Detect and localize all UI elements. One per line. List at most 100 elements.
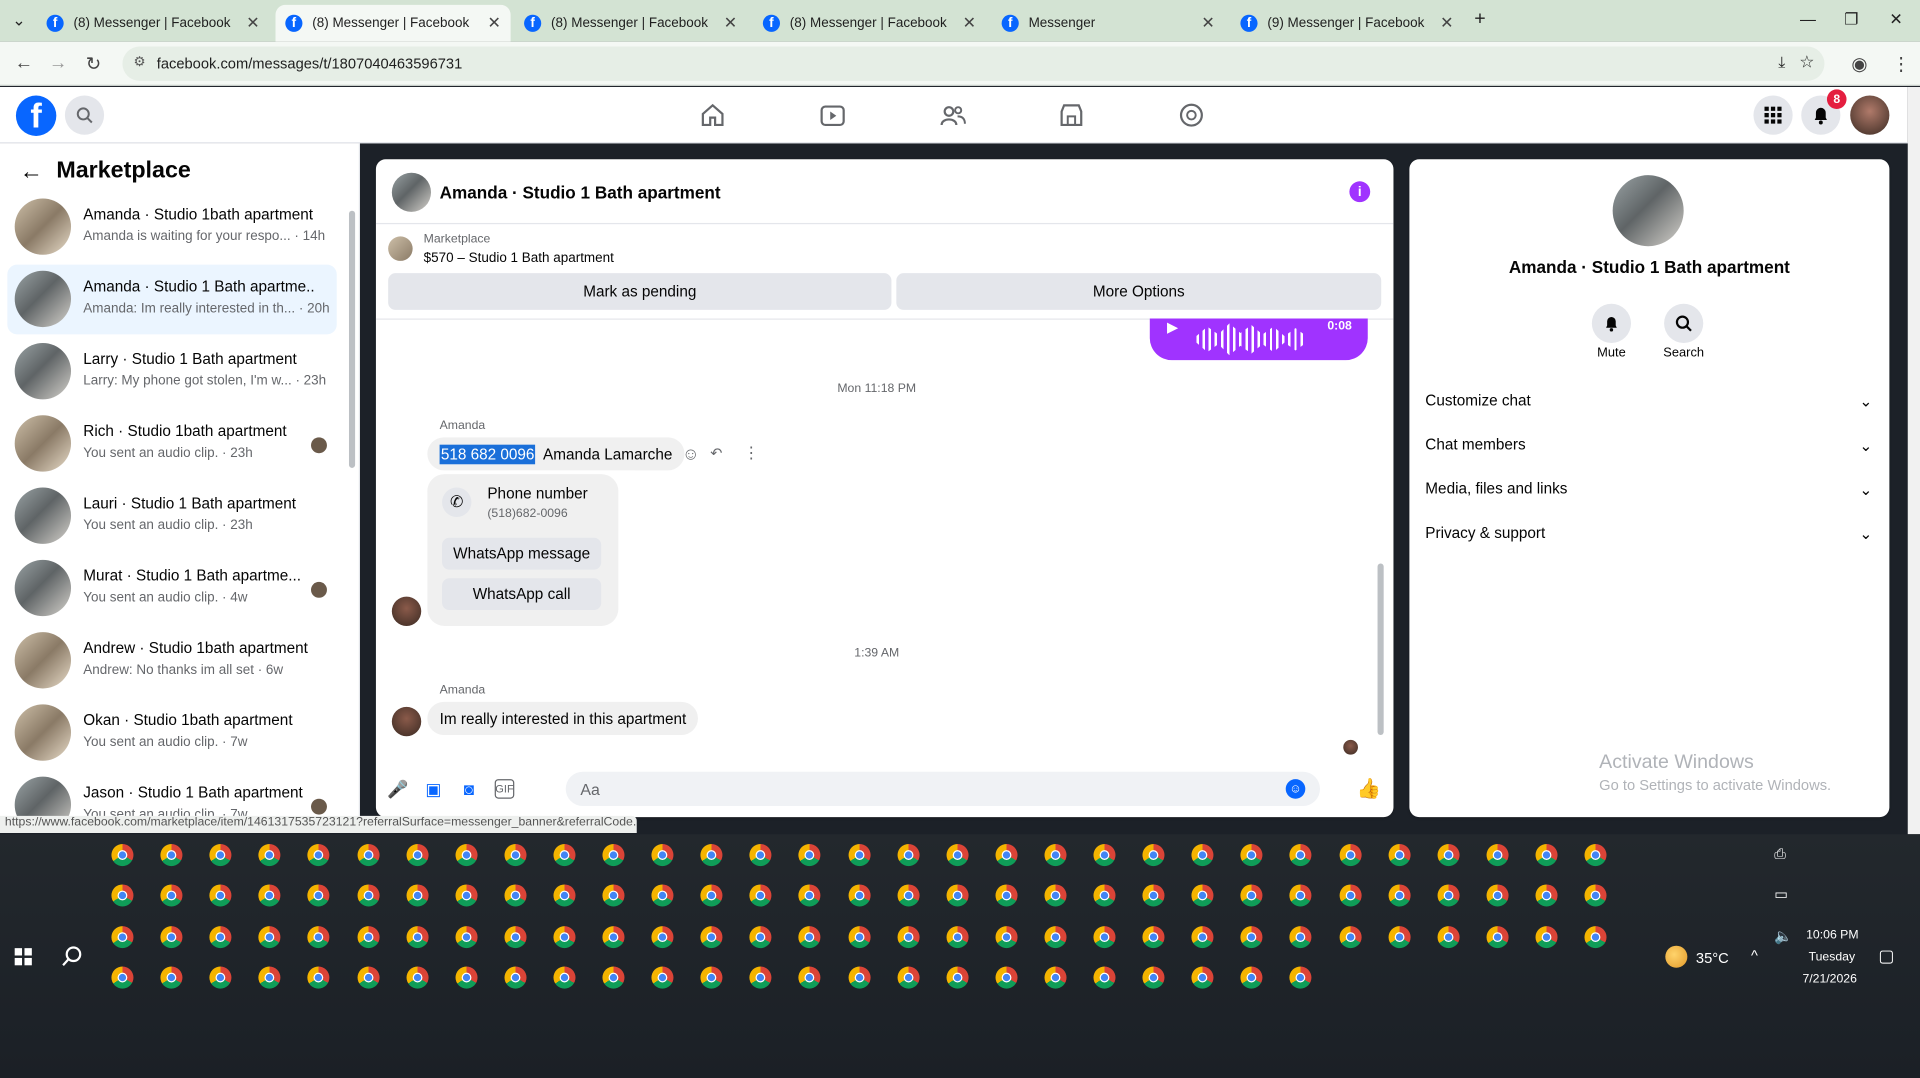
whatsapp-message-button[interactable]: WhatsApp message xyxy=(442,537,602,570)
chrome-taskbar-icon[interactable] xyxy=(1584,926,1607,949)
tab-search-icon[interactable]: ⌄ xyxy=(12,11,25,31)
close-window-icon[interactable]: ✕ xyxy=(1889,10,1902,30)
chrome-taskbar-icon[interactable] xyxy=(602,926,625,949)
conversation-item[interactable]: Larry · Studio 1 Bath apartment Larry: My… xyxy=(7,337,336,407)
chrome-taskbar-icon[interactable] xyxy=(1338,844,1362,867)
chrome-taskbar-icon[interactable] xyxy=(651,844,674,867)
chrome-taskbar-icon[interactable] xyxy=(160,966,183,989)
friends-icon[interactable] xyxy=(939,102,966,129)
conversation-item[interactable]: Okan · Studio 1bath apartment You sent an… xyxy=(7,698,336,768)
chrome-taskbar-icon[interactable] xyxy=(111,926,134,949)
mark-as-pending-button[interactable]: Mark as pending xyxy=(388,273,892,310)
close-tab-icon[interactable]: ✕ xyxy=(1201,13,1214,33)
conversation-item[interactable]: Amanda · Studio 1 Bath apartme... Amanda:… xyxy=(7,264,337,335)
privacy-support-section[interactable]: Privacy & support ⌄ xyxy=(1425,524,1872,542)
chrome-taskbar-icon[interactable] xyxy=(897,966,920,989)
chrome-taskbar-icon[interactable] xyxy=(356,926,379,949)
message-bubble[interactable]: 518 682 0096 Amanda Lamarche xyxy=(427,437,685,471)
windows-start-icon[interactable] xyxy=(14,948,32,966)
close-tab-icon[interactable]: ✕ xyxy=(724,13,737,33)
chrome-taskbar-icon[interactable] xyxy=(504,884,527,907)
chrome-taskbar-icon[interactable] xyxy=(1044,844,1067,867)
page-scrollbar[interactable] xyxy=(1907,86,1920,835)
chrome-taskbar-icon[interactable] xyxy=(1044,884,1067,907)
video-icon[interactable] xyxy=(819,102,846,129)
chrome-taskbar-icon[interactable] xyxy=(455,926,478,949)
chrome-taskbar-icon[interactable] xyxy=(847,966,871,989)
message-input[interactable]: Aa ☺ xyxy=(565,771,1321,807)
voice-message-bubble[interactable]: ▶ 0:08 xyxy=(1149,318,1368,361)
contact-avatar[interactable] xyxy=(1612,175,1684,247)
chrome-taskbar-icon[interactable] xyxy=(651,884,674,907)
like-thumb-icon[interactable]: 👍 xyxy=(1357,779,1381,800)
chrome-taskbar-icon[interactable] xyxy=(651,926,674,949)
chrome-taskbar-icon[interactable] xyxy=(406,844,429,867)
gif-icon[interactable]: GIF xyxy=(494,779,515,799)
chrome-taskbar-icon[interactable] xyxy=(1093,966,1116,989)
facebook-logo-icon[interactable]: f xyxy=(15,95,57,136)
chrome-taskbar-icon[interactable] xyxy=(1584,844,1607,867)
conversation-item[interactable]: Lauri · Studio 1 Bath apartment You sent … xyxy=(7,481,336,551)
restore-icon[interactable]: ❐ xyxy=(1844,10,1858,30)
chrome-taskbar-icon[interactable] xyxy=(1388,844,1411,867)
chrome-menu-icon[interactable]: ⋮ xyxy=(1892,53,1910,75)
chrome-taskbar-icon[interactable] xyxy=(602,844,625,867)
sticker-icon[interactable]: ◙ xyxy=(459,779,479,799)
play-icon[interactable]: ▶ xyxy=(1167,319,1178,336)
chrome-taskbar-icon[interactable] xyxy=(455,966,478,989)
clock-time[interactable]: 10:06 PM xyxy=(1806,929,1858,942)
chrome-taskbar-icon[interactable] xyxy=(946,966,969,989)
chrome-taskbar-icon[interactable] xyxy=(847,844,871,867)
profile-icon[interactable]: ◉ xyxy=(1851,53,1867,75)
reply-icon[interactable]: ↶ xyxy=(710,445,722,462)
chrome-taskbar-icon[interactable] xyxy=(1338,926,1362,949)
chrome-taskbar-icon[interactable] xyxy=(1486,926,1509,949)
chrome-taskbar-icon[interactable] xyxy=(946,926,969,949)
account-avatar[interactable] xyxy=(1850,95,1890,135)
chrome-taskbar-icon[interactable] xyxy=(602,884,625,907)
listing-title[interactable]: $570 – Studio 1 Bath apartment xyxy=(424,251,614,266)
install-app-icon[interactable]: ⤓ xyxy=(1778,53,1785,73)
close-tab-icon[interactable]: ✕ xyxy=(963,13,976,33)
weather-icon[interactable] xyxy=(1665,945,1688,968)
chrome-taskbar-icon[interactable] xyxy=(1044,966,1067,989)
chrome-taskbar-icon[interactable] xyxy=(1093,926,1116,949)
tray-network-icon[interactable]: ▭ xyxy=(1774,886,1788,903)
more-options-button[interactable]: More Options xyxy=(896,273,1382,310)
tray-device-icon[interactable]: ⎙ xyxy=(1774,845,1786,863)
chrome-taskbar-icon[interactable] xyxy=(1437,844,1460,867)
media-files-links-section[interactable]: Media, files and links ⌄ xyxy=(1425,480,1872,498)
search-in-chat-icon[interactable] xyxy=(1664,303,1704,343)
volume-icon[interactable]: 🔈 xyxy=(1774,927,1792,944)
chrome-taskbar-icon[interactable] xyxy=(455,884,478,907)
conversation-item[interactable]: Murat · Studio 1 Bath apartme... You sent… xyxy=(7,554,336,624)
chrome-taskbar-icon[interactable] xyxy=(995,926,1018,949)
browser-tab[interactable]: f (8) Messenger | Facebook ✕ xyxy=(514,5,747,42)
chrome-taskbar-icon[interactable] xyxy=(847,926,871,949)
chrome-taskbar-icon[interactable] xyxy=(160,884,183,907)
clock-date[interactable]: 7/21/2026 xyxy=(1802,973,1856,986)
bookmark-star-icon[interactable]: ☆ xyxy=(1799,51,1814,72)
chrome-taskbar-icon[interactable] xyxy=(1535,844,1558,867)
chrome-taskbar-icon[interactable] xyxy=(553,966,576,989)
sender-avatar[interactable] xyxy=(391,706,422,737)
chrome-taskbar-icon[interactable] xyxy=(1584,884,1607,907)
chrome-taskbar-icon[interactable] xyxy=(356,884,379,907)
chat-title[interactable]: Amanda · Studio 1 Bath apartment xyxy=(440,183,721,203)
chrome-taskbar-icon[interactable] xyxy=(504,926,527,949)
chrome-taskbar-icon[interactable] xyxy=(553,884,576,907)
chrome-taskbar-icon[interactable] xyxy=(1388,884,1411,907)
forward-icon[interactable]: → xyxy=(49,53,67,74)
chat-scrollbar[interactable] xyxy=(1377,563,1384,735)
home-icon[interactable] xyxy=(699,102,726,129)
chrome-taskbar-icon[interactable] xyxy=(1338,884,1362,907)
list-scrollbar[interactable] xyxy=(348,210,356,468)
chrome-taskbar-icon[interactable] xyxy=(995,884,1018,907)
chrome-taskbar-icon[interactable] xyxy=(406,884,429,907)
chat-avatar[interactable] xyxy=(391,172,432,212)
reload-icon[interactable]: ↻ xyxy=(86,53,101,75)
sender-avatar[interactable] xyxy=(391,596,422,626)
show-hidden-icons-icon[interactable]: ^ xyxy=(1751,947,1758,964)
chrome-taskbar-icon[interactable] xyxy=(1093,844,1116,867)
chrome-taskbar-icon[interactable] xyxy=(1142,884,1165,907)
